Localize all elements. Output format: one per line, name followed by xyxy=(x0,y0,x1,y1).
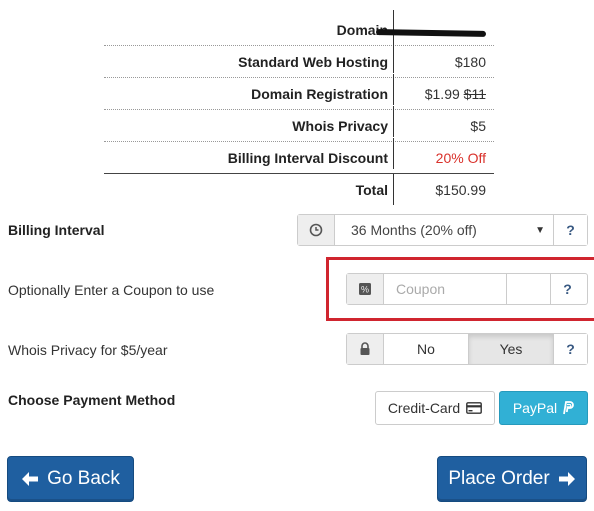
paypal-label: PayPal xyxy=(512,400,558,416)
registration-old-price: $11 xyxy=(463,86,486,102)
credit-card-button[interactable]: Credit-Card xyxy=(375,391,495,425)
whois-privacy-group: No Yes ? xyxy=(346,333,588,365)
privacy-value: $5 xyxy=(470,118,486,134)
hosting-label: Standard Web Hosting xyxy=(238,54,388,70)
billing-interval-value: 36 Months (20% off) xyxy=(351,222,477,238)
privacy-label: Whois Privacy xyxy=(292,118,388,134)
credit-card-icon xyxy=(466,402,483,414)
lock-icon xyxy=(347,334,384,364)
place-order-label: Place Order xyxy=(448,468,550,489)
registration-label: Domain Registration xyxy=(251,86,388,102)
paypal-icon xyxy=(563,401,574,415)
go-back-label: Go Back xyxy=(47,468,120,489)
whois-option-no[interactable]: No xyxy=(384,334,469,364)
arrow-right-icon xyxy=(558,472,575,486)
coupon-label: Optionally Enter a Coupon to use xyxy=(8,282,215,298)
summary-row-registration: Domain Registration $1.99 $11 xyxy=(104,74,494,110)
domain-value-redacted xyxy=(375,24,487,40)
billing-help-button[interactable]: ? xyxy=(553,215,587,245)
arrow-left-icon xyxy=(22,472,39,486)
column-divider xyxy=(393,74,394,105)
summary-row-domain: Domain xyxy=(104,10,494,46)
credit-card-label: Credit-Card xyxy=(387,400,461,416)
whois-help-button[interactable]: ? xyxy=(553,334,587,364)
whois-privacy-label: Whois Privacy for $5/year xyxy=(8,342,168,358)
coupon-input[interactable] xyxy=(384,274,507,304)
column-divider xyxy=(393,138,394,169)
svg-text:%: % xyxy=(361,285,369,295)
coupon-group: % ? xyxy=(346,273,588,305)
whois-privacy-toggle: No Yes xyxy=(384,334,553,364)
summary-row-discount: Billing Interval Discount 20% Off xyxy=(104,138,494,173)
billing-interval-group: 36 Months (20% off) ▼ ? xyxy=(297,214,588,246)
discount-label: Billing Interval Discount xyxy=(227,150,388,166)
whois-option-yes[interactable]: Yes xyxy=(469,334,553,364)
percent-tag-icon: % xyxy=(347,274,384,304)
clock-icon xyxy=(298,215,335,245)
column-divider xyxy=(393,106,394,137)
registration-value: $1.99 $11 xyxy=(425,86,486,102)
total-value: $150.99 xyxy=(435,182,486,198)
column-divider xyxy=(393,42,394,73)
go-back-button[interactable]: Go Back xyxy=(7,456,134,502)
coupon-apply-area[interactable] xyxy=(507,274,550,304)
order-summary: Domain Standard Web Hosting $180 Domain … xyxy=(104,10,494,205)
place-order-button[interactable]: Place Order xyxy=(437,456,587,502)
hosting-value: $180 xyxy=(454,54,486,70)
billing-interval-select[interactable]: 36 Months (20% off) ▼ xyxy=(335,215,553,245)
summary-row-privacy: Whois Privacy $5 xyxy=(104,106,494,142)
payment-method-label: Choose Payment Method xyxy=(8,392,176,408)
total-label: Total xyxy=(355,182,388,198)
coupon-help-button[interactable]: ? xyxy=(550,274,584,304)
chevron-down-icon: ▼ xyxy=(535,224,545,236)
summary-row-hosting: Standard Web Hosting $180 xyxy=(104,42,494,78)
billing-interval-label: Billing Interval xyxy=(8,222,105,238)
registration-price: $1.99 xyxy=(424,86,460,102)
summary-row-total: Total $150.99 xyxy=(104,173,494,205)
discount-value: 20% Off xyxy=(435,150,486,166)
column-divider xyxy=(393,174,394,205)
paypal-button[interactable]: PayPal xyxy=(499,391,588,425)
